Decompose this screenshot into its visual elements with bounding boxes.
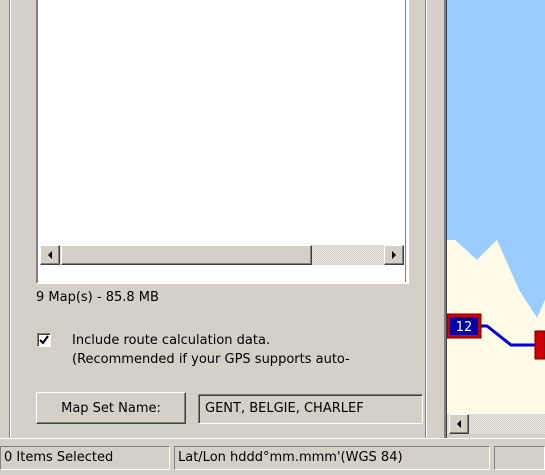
scrollbar-thumb[interactable] [61,245,312,265]
panel-left-border [9,0,11,438]
map-count-size-label: 9 Map(s) - 85.8 MB [36,290,159,305]
map-list-box-edge [405,0,406,282]
scroll-left-arrow-icon [48,251,52,259]
scroll-right-arrow-icon [392,251,396,259]
map-canvas[interactable]: 12 [447,0,545,414]
scroll-right-button[interactable] [384,245,404,265]
route-marker-label: 12 [456,320,473,335]
status-extra-pane [494,446,545,470]
route-marker[interactable]: 12 [447,313,482,339]
checkmark-icon [39,335,49,345]
scroll-left-button[interactable] [40,245,60,265]
panel-right-border [425,0,427,438]
map-scroll-left-button[interactable] [449,414,469,434]
include-route-checkbox[interactable] [37,333,51,347]
map-set-name-button[interactable]: Map Set Name: [36,392,186,424]
map-list-box[interactable] [36,0,409,284]
include-route-label: Include route calculation data. [72,333,271,348]
map-set-name-field[interactable]: GENT, BELGIE, CHARLEF [198,394,423,424]
map-list-horizontal-scrollbar[interactable] [40,245,404,265]
route-marker-edge [534,330,545,360]
map-horizontal-scrollbar[interactable] [447,414,545,434]
status-coordinate-format: Lat/Lon hddd°mm.mmm'(WGS 84) [174,446,490,470]
include-route-note: (Recommended if your GPS supports auto- [72,352,350,367]
scroll-left-arrow-icon [457,420,461,428]
status-selection-count: 0 Items Selected [0,446,170,470]
